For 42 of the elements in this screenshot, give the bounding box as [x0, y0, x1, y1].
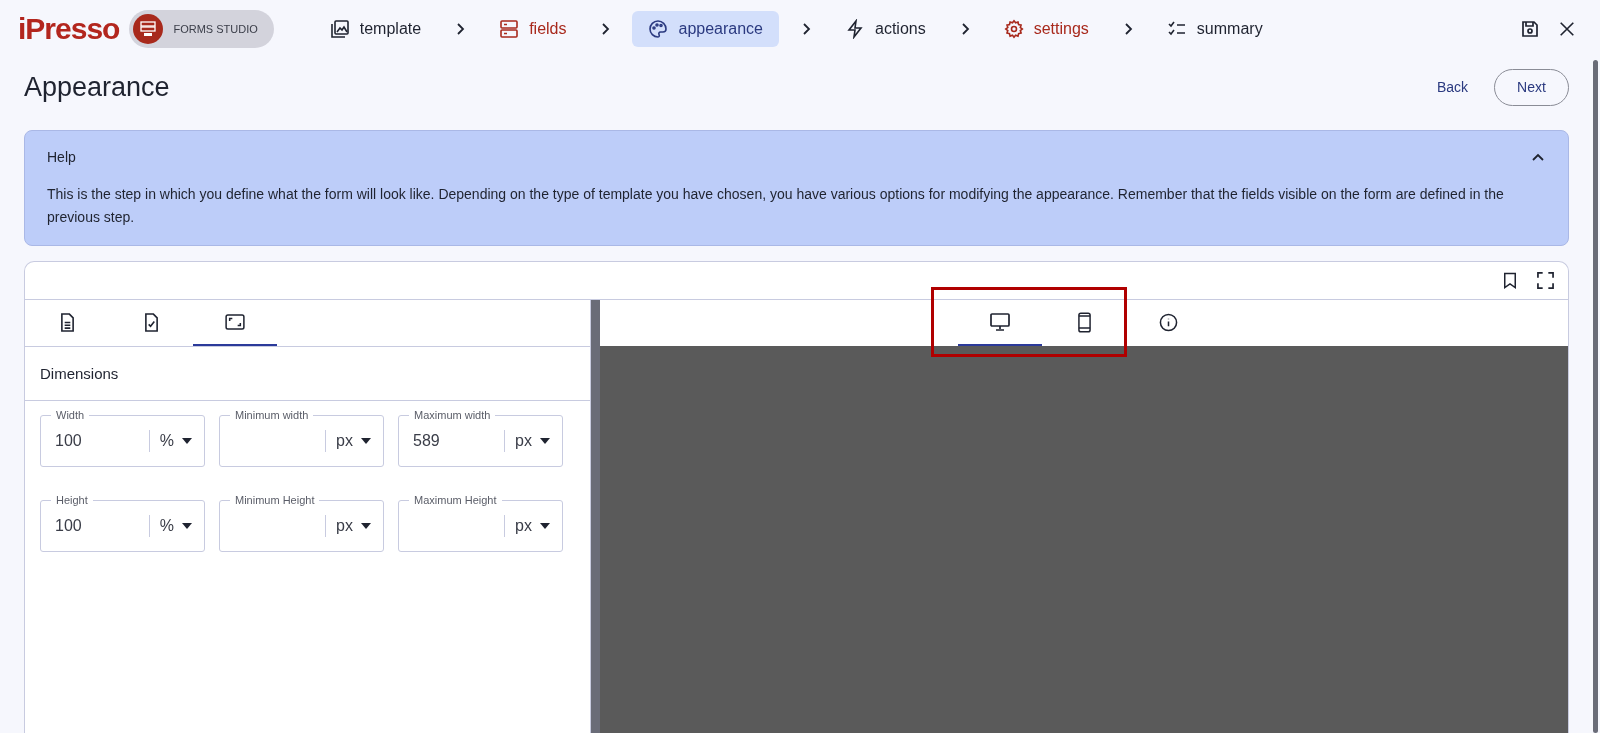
step-tab[interactable]: template: [317, 11, 434, 47]
server-icon: [499, 19, 520, 39]
palette-icon: [648, 19, 669, 39]
step-tab[interactable]: settings: [991, 11, 1101, 47]
fullscreen-icon[interactable]: [1537, 272, 1554, 289]
dropdown-caret-icon: [182, 523, 192, 529]
monitor-icon: [990, 313, 1010, 331]
logo: iPresso: [18, 12, 120, 46]
step-tab[interactable]: fields: [487, 11, 579, 47]
help-title: Help: [47, 149, 76, 165]
dropdown-caret-icon: [540, 523, 550, 529]
chevron-right-icon: [455, 23, 466, 35]
dropdown-caret-icon: [361, 438, 371, 444]
page-title: Appearance: [24, 71, 170, 103]
chevron-icon[interactable]: [1532, 153, 1544, 161]
section-title: Dimensions: [25, 347, 590, 401]
dropdown-caret-icon: [540, 438, 550, 444]
save-icon[interactable]: [1520, 19, 1540, 39]
step-tab[interactable]: appearance: [632, 11, 779, 47]
close-icon[interactable]: [1558, 20, 1576, 38]
step-tab[interactable]: actions: [833, 11, 938, 47]
document-icon: [59, 312, 75, 332]
phone-icon: [1077, 311, 1091, 333]
chevron-right-icon: [801, 23, 811, 35]
chevron-right-icon: [600, 23, 611, 35]
help-text: This is the step in which you define what the form will look like. Depending on the type of template you have chosen, you have various options for modifying the appearance. Remember that the fields visible on the form are defined in the previous step.: [47, 185, 1505, 227]
product-name: FORMS STUDIO: [173, 23, 258, 35]
chevron-right-icon: [1122, 23, 1133, 35]
bookmark-icon[interactable]: [1503, 272, 1517, 289]
splitter-handle[interactable]: [591, 300, 600, 733]
document-check-icon: [143, 312, 159, 332]
back-button[interactable]: Back: [1428, 71, 1476, 103]
chevron-right-icon: [959, 23, 970, 35]
dropdown-caret-icon: [361, 523, 371, 529]
info-icon: [1158, 312, 1178, 332]
settings-icon: [1003, 19, 1024, 39]
server-icon: [133, 14, 164, 44]
step-tab[interactable]: summary: [1154, 11, 1275, 47]
resize-icon: [225, 314, 245, 330]
images-icon: [329, 19, 350, 39]
dropdown-caret-icon: [182, 438, 192, 444]
lightning-icon: [845, 19, 865, 39]
